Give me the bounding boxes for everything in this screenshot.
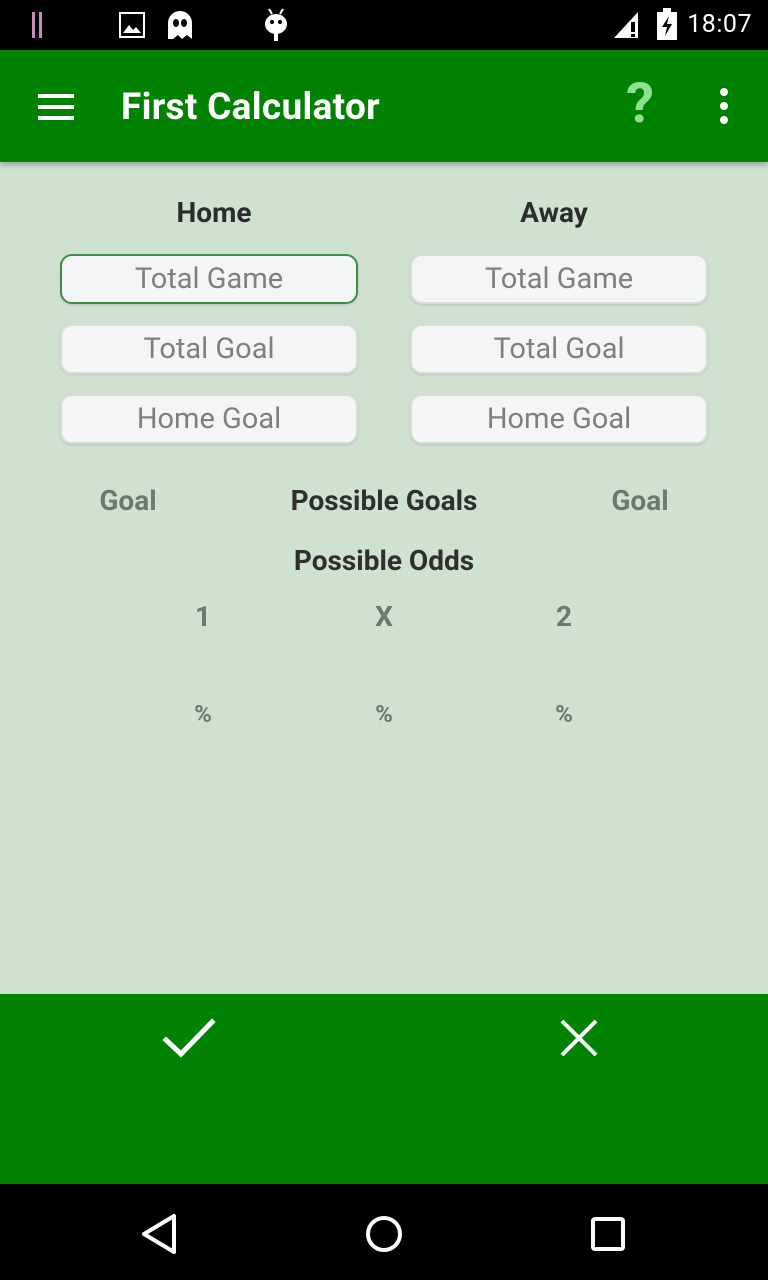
more-vert-icon [720,88,728,96]
home-goal-result: Goal [99,484,157,517]
ghost-app-icon [168,11,192,39]
away-total-game-input[interactable] [410,254,708,304]
recents-square-icon [591,1217,625,1251]
back-triangle-icon [142,1214,176,1254]
away-heading: Away [520,196,588,229]
status-time: 18:07 [687,10,752,39]
home-nav-button[interactable] [360,1210,408,1258]
home-circle-icon [366,1216,402,1252]
home-total-goal-input[interactable] [60,324,358,374]
battery-charging-icon [657,8,677,40]
odds-percent-draw: % [375,700,393,728]
cancel-button[interactable] [544,1010,614,1066]
check-icon [162,1018,216,1058]
away-home-goal-input[interactable] [410,394,708,444]
app-bar: First Calculator ? [0,50,768,162]
action-bar [0,994,768,1184]
odds-percent-away: % [555,700,573,728]
help-button[interactable]: ? [620,74,660,132]
confirm-button[interactable] [154,1010,224,1066]
possible-goals-label: Possible Goals [290,484,478,517]
odds-label-home: 1 [194,600,212,633]
overflow-menu-button[interactable] [714,88,734,124]
close-icon [560,1019,598,1057]
possible-odds-label: Possible Odds [293,544,475,577]
home-home-goal-input[interactable] [60,394,358,444]
away-total-goal-input[interactable] [410,324,708,374]
image-notification-icon [119,12,145,38]
signal-icon [614,12,638,38]
status-bar: 18:07 [0,0,768,50]
navigation-bar [0,1184,768,1280]
back-button[interactable] [136,1210,184,1258]
home-heading: Home [176,196,252,229]
away-goal-result: Goal [611,484,669,517]
odds-label-draw: X [375,600,393,633]
menu-button[interactable] [38,94,76,120]
hamburger-icon [38,94,74,98]
odds-percent-home: % [194,700,212,728]
android-debug-icon [265,8,287,41]
odds-label-away: 2 [555,600,573,633]
app-title: First Calculator [121,86,381,129]
recents-button[interactable] [584,1210,632,1258]
home-total-game-input[interactable] [60,254,358,304]
notification-bars-icon [32,12,42,38]
